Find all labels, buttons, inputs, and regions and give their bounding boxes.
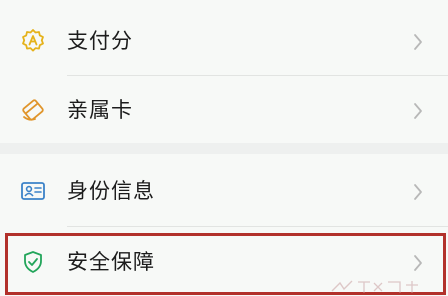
menu-group-account: 身份信息 安全保障 — [0, 154, 448, 296]
chevron-right-icon — [414, 103, 422, 119]
menu-item-family-card[interactable]: 亲属卡 — [0, 75, 448, 145]
chevron-right-icon — [414, 255, 422, 271]
chevron-right-icon — [414, 34, 422, 50]
menu-item-identity-info[interactable]: 身份信息 — [0, 156, 448, 226]
wallet-menu-page: 支付分 亲属卡 身份信息 安全保障 — [0, 0, 448, 296]
menu-item-payment-score[interactable]: 支付分 — [0, 6, 448, 76]
menu-item-label: 支付分 — [67, 29, 133, 53]
menu-item-label: 亲属卡 — [67, 98, 133, 122]
watermark-graphic — [331, 280, 418, 293]
menu-item-label: 安全保障 — [67, 250, 155, 274]
chevron-right-icon — [414, 184, 422, 200]
menu-group-services: 支付分 亲属卡 — [0, 0, 448, 143]
shield-icon — [24, 251, 42, 273]
family-card-icon — [22, 99, 44, 121]
menu-item-label: 身份信息 — [67, 179, 155, 203]
payment-score-icon — [22, 29, 44, 52]
id-card-icon — [21, 182, 45, 200]
